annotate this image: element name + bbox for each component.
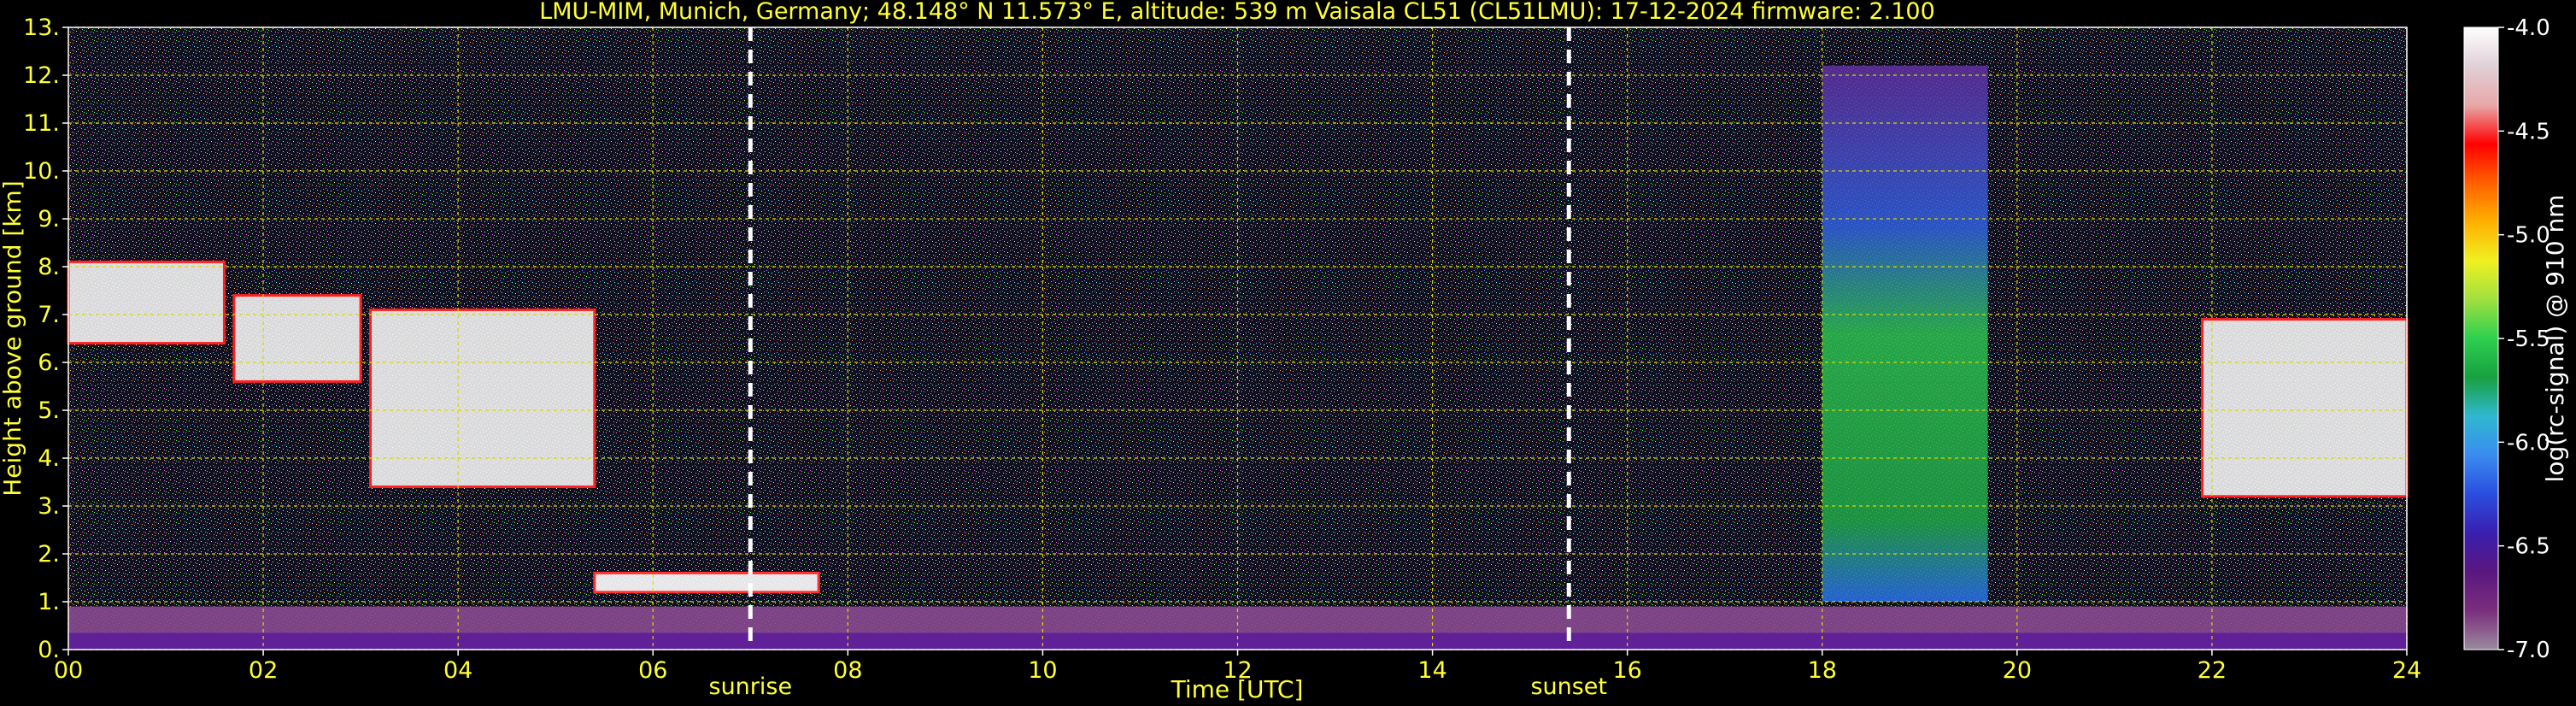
y-tick-label: 11. [23,110,60,137]
y-tick-label: 2. [38,541,60,568]
x-tick-label: 10 [1028,657,1057,684]
x-tick-label: 04 [443,657,472,684]
feature-cirrus-cloud-0 [67,260,226,345]
colorbar-tick-label: -4.5 [2507,119,2550,144]
y-tick-label: 3. [38,493,60,520]
colorbar-tick-label: -7.0 [2507,638,2550,663]
colorbar: -4.0-4.5-5.0-5.5-6.0-6.5-7.0 [2463,15,2550,663]
y-tick-label: 7. [38,302,60,328]
x-axis-label: Time [UTC] [1171,675,1304,703]
colorbar-ramp [2463,26,2499,650]
colorbar-label: log(rc-signal) @ 910 nm [2541,195,2569,483]
y-tick-label: 4. [38,445,60,472]
feature-region [67,260,226,345]
y-tick-label: 6. [38,350,60,376]
x-tick-label: 20 [2003,657,2032,684]
feature-region [593,571,820,594]
x-tick-label: 16 [1612,657,1641,684]
y-tick-label: 13. [23,15,60,41]
feature-cirrus-cloud-1 [232,294,362,383]
feature-low-cloud-layer-4 [593,571,820,594]
y-tick-label: 1. [38,589,60,615]
feature-region [369,308,596,489]
x-tick-label: 02 [249,657,278,684]
marker-label-sunset: sunset [1530,674,1607,700]
y-tick-label: 10. [23,158,60,185]
x-tick-label: 14 [1417,657,1446,684]
y-tick-label: 5. [38,397,60,424]
y-tick-label: 9. [38,206,60,232]
ceilometer-chart: sunrise sunset 00 02 04 06 08 10 12 14 16 18 20 22 24… [0,0,2569,703]
x-tick-label: 18 [1808,657,1837,684]
feature-region [2201,318,2409,498]
feature-cirrus-cloud-3 [2201,318,2409,498]
x-tick-label: 22 [2198,657,2227,684]
x-tick-label: 24 [2392,657,2421,684]
colorbar-tick-label: -6.5 [2507,534,2550,560]
marker-label-sunrise: sunrise [709,674,793,700]
feature-cirrus-cloud-2 [369,308,596,489]
chart-title: LMU-MIM, Munich, Germany; 48.148° N 11.5… [539,0,1935,25]
y-tick-label: 8. [38,254,60,280]
x-tick-label: 08 [833,657,862,684]
feature-region [1822,65,1988,603]
surface-layer [68,632,2407,650]
x-tick-label: 06 [638,657,667,684]
y-axis-label: Height above ground [km] [0,180,26,497]
y-tick-label: 0. [38,637,60,663]
feature-region [232,294,362,383]
y-tick-label: 12. [23,62,60,89]
colorbar-tick-label: -4.0 [2507,15,2550,41]
feature-dense-aerosol-column-5 [1822,65,1988,603]
